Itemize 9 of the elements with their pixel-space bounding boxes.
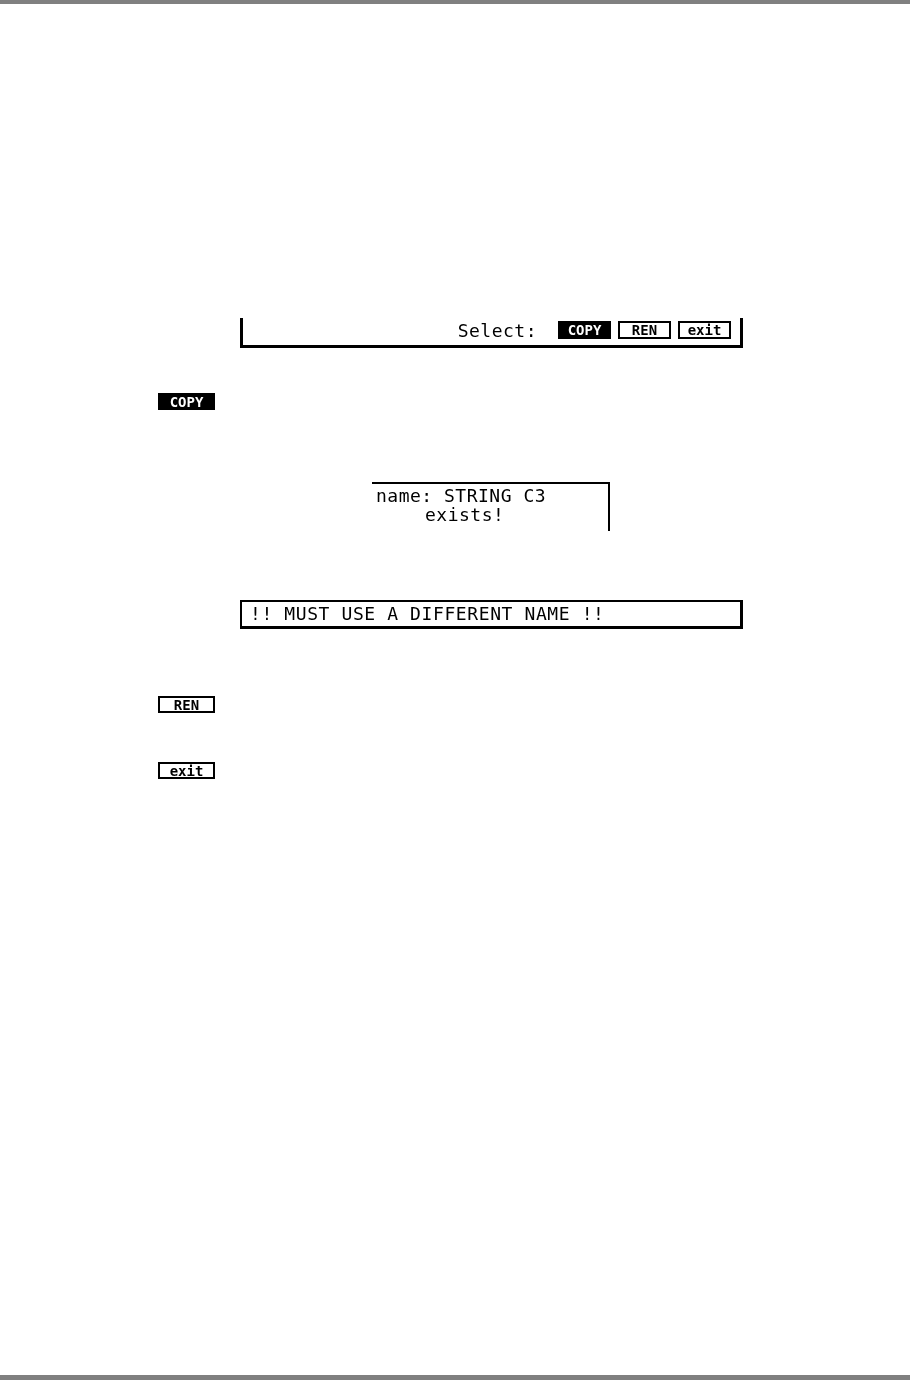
alert-text: !! MUST USE A DIFFERENT NAME !!	[250, 604, 605, 624]
select-label: Select:	[457, 321, 537, 341]
softkey-button[interactable]: REN	[158, 696, 215, 713]
softkey-button[interactable]: REN	[618, 321, 671, 339]
softkey-button[interactable]: COPY	[158, 393, 215, 410]
softkey-button[interactable]: exit	[678, 321, 731, 339]
softkey-button[interactable]: COPY	[558, 321, 611, 339]
softkey-button[interactable]: exit	[158, 762, 215, 779]
message-text: name: STRING C3 exists!	[376, 486, 548, 524]
